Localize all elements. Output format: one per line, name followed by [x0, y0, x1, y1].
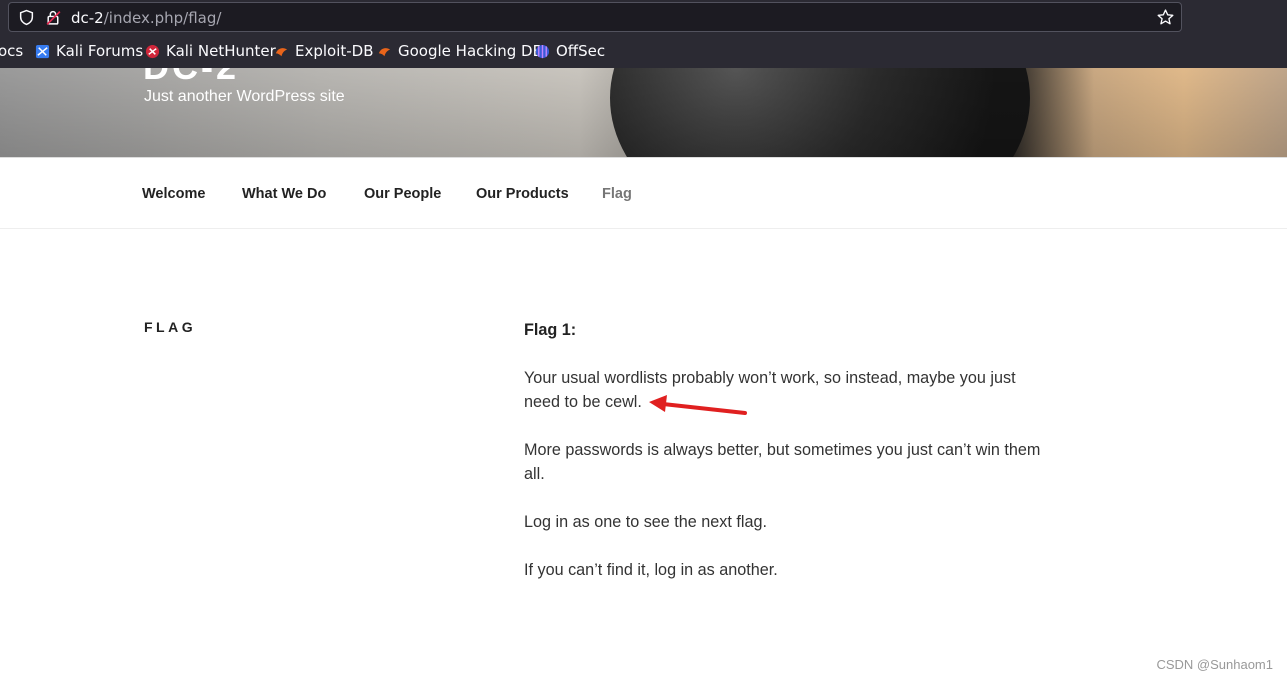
- nav-item-welcome[interactable]: Welcome: [142, 186, 205, 202]
- bookmark-exploit-db[interactable]: Exploit-DB: [274, 42, 374, 60]
- url-host: dc-2: [71, 9, 104, 27]
- nav-item-what-we-do[interactable]: What We Do: [242, 186, 326, 202]
- google-hacking-db-icon: [378, 47, 391, 56]
- nav-item-our-people[interactable]: Our People: [364, 186, 441, 202]
- content-paragraph: Your usual wordlists probably won’t work…: [524, 369, 1016, 411]
- page-content: Flag 1: Your usual wordlists probably wo…: [524, 318, 1044, 606]
- content-paragraph: Log in as one to see the next flag.: [524, 513, 767, 531]
- kali-forums-icon: [35, 44, 50, 58]
- nav-item-flag[interactable]: Flag: [602, 186, 632, 202]
- browser-toolbar: dc-2/index.php/flag/ ocs Kali Forums Kal…: [0, 0, 1287, 68]
- site-header-image: DC-2 Just another WordPress site: [0, 68, 1287, 157]
- bookmark-google-hacking-db[interactable]: Google Hacking DB: [377, 42, 543, 60]
- main-navigation: Welcome What We Do Our People Our Produc…: [0, 157, 1287, 229]
- bookmark-label: OffSec: [556, 42, 606, 60]
- bookmark-label: Exploit-DB: [295, 42, 374, 60]
- offsec-icon: [535, 44, 550, 58]
- bookmark-kali-nethunter[interactable]: Kali NetHunter: [145, 42, 276, 60]
- site-title[interactable]: DC-2: [143, 68, 239, 88]
- content-paragraph: More passwords is always better, but som…: [524, 441, 1041, 483]
- address-bar[interactable]: dc-2/index.php/flag/: [8, 2, 1182, 32]
- bookmark-offsec[interactable]: OffSec: [535, 42, 605, 60]
- insecure-lock-icon[interactable]: [45, 9, 62, 26]
- exploit-db-icon: [275, 47, 288, 56]
- shield-icon[interactable]: [18, 9, 35, 26]
- url-text[interactable]: dc-2/index.php/flag/: [71, 9, 221, 27]
- bookmark-label: Google Hacking DB: [398, 42, 543, 60]
- bookmark-docs[interactable]: ocs: [0, 42, 23, 60]
- annotation-arrow-icon: [649, 395, 747, 415]
- bookmark-star-icon[interactable]: [1156, 8, 1175, 27]
- bookmark-label: Kali Forums: [56, 42, 144, 60]
- content-paragraph: If you can’t find it, log in as another.: [524, 561, 778, 579]
- bookmark-kali-forums[interactable]: Kali Forums: [35, 42, 143, 60]
- watermark: CSDN @Sunhaom1: [1156, 657, 1273, 672]
- bookmark-label: Kali NetHunter: [166, 42, 276, 60]
- bookmarks-toolbar: ocs Kali Forums Kali NetHunter Exploit-D…: [0, 40, 1287, 64]
- page-title: FLAG: [144, 319, 197, 335]
- flag-label: Flag 1:: [524, 321, 577, 339]
- url-path: /index.php/flag/: [103, 9, 222, 27]
- site-tagline: Just another WordPress site: [144, 88, 345, 105]
- bookmark-label: ocs: [0, 42, 24, 60]
- kali-nethunter-icon: [145, 44, 160, 58]
- nav-item-our-products[interactable]: Our Products: [476, 186, 569, 202]
